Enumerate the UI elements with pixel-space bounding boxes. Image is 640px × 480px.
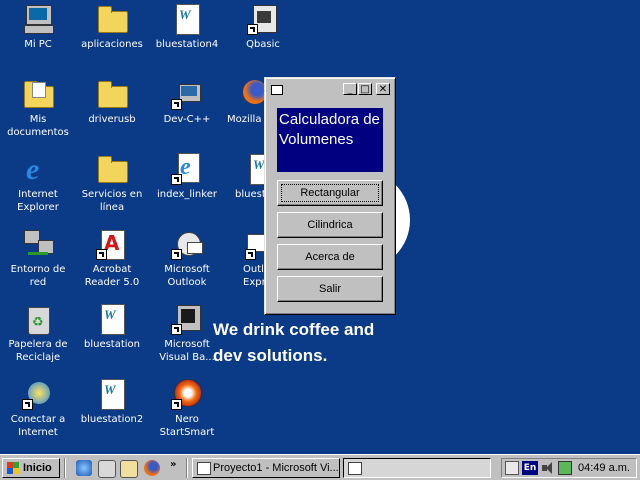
folder-icon <box>96 3 128 35</box>
system-tray: En 04:49 a.m. <box>501 458 637 478</box>
desktop-icon-label: Servicios en línea <box>81 189 143 213</box>
desktop-icon-acrobat-reader[interactable]: A Acrobat Reader 5.0 <box>76 228 148 289</box>
folder-icon <box>96 153 128 185</box>
desktop-icon-servicios-en-linea[interactable]: Servicios en línea <box>76 153 148 214</box>
desktop-icon-label: Entorno de red <box>10 264 66 288</box>
start-button[interactable]: Inicio <box>2 458 60 478</box>
my-computer-icon <box>22 3 54 35</box>
desktop-icon-mozilla[interactable]: Mozilla <box>227 78 267 126</box>
window-titlebar[interactable]: _ □ ✕ <box>268 81 392 99</box>
desktop-icon-bluest[interactable]: W bluest <box>227 153 267 201</box>
taskbar-separator <box>186 458 188 478</box>
tray-network-icon[interactable] <box>505 461 519 475</box>
desktop-icon-label: Microsoft Outlook <box>164 264 210 288</box>
rectangular-button[interactable]: Rectangular <box>277 180 383 206</box>
desktop-icon-label: driverusb <box>88 114 136 125</box>
desktop-icon-mis-documentos[interactable]: Mis documentos <box>2 78 74 139</box>
desktop-icon-driverusb[interactable]: driverusb <box>76 78 148 126</box>
calculadora-window[interactable]: _ □ ✕ Calculadora de Volumenes Rectangul… <box>264 77 396 315</box>
app-window-icon <box>348 462 362 475</box>
word-document-icon: W <box>171 3 203 35</box>
visual-basic-icon <box>171 303 203 335</box>
cilindrica-button[interactable]: Cilindrica <box>277 212 383 238</box>
desktop-icon-label: Papelera de Reciclaje <box>8 339 68 363</box>
desktop-icon-qbasic[interactable]: Qbasic <box>227 3 299 51</box>
desktop-icon-label: Acrobat Reader 5.0 <box>84 264 140 288</box>
nero-icon <box>171 378 203 410</box>
desktop-icon-devcpp[interactable]: Dev-C++ <box>151 78 223 126</box>
title-label: Calculadora de Volumenes <box>277 108 383 172</box>
desktop-icon-label: aplicaciones <box>81 39 143 50</box>
desktop-icon-mi-pc[interactable]: Mi PC <box>2 3 74 51</box>
desktop-icon-label: bluest <box>235 189 266 200</box>
outlook-icon <box>171 228 203 260</box>
recycle-bin-icon: ♻ <box>22 303 54 335</box>
qbasic-shortcut-icon <box>247 3 279 35</box>
network-neighborhood-icon <box>22 228 54 260</box>
desktop-icon-microsoft-outlook[interactable]: Microsoft Outlook <box>151 228 223 289</box>
vb-project-icon <box>197 462 211 475</box>
desktop-icon-bluestation4[interactable]: W bluestation4 <box>151 3 223 51</box>
quicklaunch-show-desktop-icon[interactable] <box>120 460 138 478</box>
task-button-calculadora[interactable] <box>343 458 491 478</box>
close-button[interactable]: ✕ <box>376 83 390 95</box>
desktop-icon-label: bluestation2 <box>80 414 144 425</box>
taskbar-separator <box>64 458 66 478</box>
desktop-icon-label: Internet Explorer <box>17 189 59 213</box>
salir-button[interactable]: Salir <box>277 276 383 302</box>
desktop-icon-label: index_linker <box>157 189 217 200</box>
internet-explorer-icon: e <box>171 153 203 185</box>
desktop-icon-nero[interactable]: Nero StartSmart <box>151 378 223 439</box>
word-document-icon: W <box>96 303 128 335</box>
desktop-icon-label: Outlo Expr <box>243 264 267 288</box>
my-documents-icon <box>22 78 54 110</box>
quicklaunch-firefox-icon[interactable] <box>144 460 160 476</box>
desktop-icon-bluestation[interactable]: W bluestation <box>76 303 148 351</box>
acrobat-reader-icon: A <box>96 228 128 260</box>
desktop-icon-bluestation2[interactable]: W bluestation2 <box>76 378 148 426</box>
task-button-proyecto1[interactable]: Proyecto1 - Microsoft Vi... <box>192 458 340 478</box>
desktop-icon-label: Mozilla <box>227 114 262 125</box>
windows-flag-icon <box>7 462 19 474</box>
word-document-icon: W <box>96 378 128 410</box>
tray-app-icon[interactable] <box>558 461 572 475</box>
app-window-icon <box>271 85 283 95</box>
language-indicator[interactable]: En <box>522 461 538 475</box>
folder-icon <box>96 78 128 110</box>
quicklaunch-overflow-chevron[interactable]: » <box>170 459 176 470</box>
desktop-icon-papelera[interactable]: ♻ Papelera de Reciclaje <box>2 303 74 364</box>
volume-icon[interactable] <box>540 461 554 475</box>
internet-explorer-icon: e <box>26 153 40 186</box>
clock[interactable]: 04:49 a.m. <box>578 460 630 476</box>
desktop-icon-aplicaciones[interactable]: aplicaciones <box>76 3 148 51</box>
desktop-icon-conectar-internet[interactable]: Conectar a Internet <box>2 378 74 439</box>
desktop-icon-label: Mi PC <box>24 39 52 50</box>
desktop-icon-label: Nero StartSmart <box>159 414 215 438</box>
desktop-icon-entorno-de-red[interactable]: Entorno de red <box>2 228 74 289</box>
connect-internet-icon <box>22 378 54 410</box>
desktop-icon-internet-explorer[interactable]: e Internet Explorer <box>2 153 74 214</box>
desktop-icon-index-linker[interactable]: e index_linker <box>151 153 223 201</box>
desktop-icon-label: bluestation4 <box>155 39 219 50</box>
quicklaunch-ie-icon[interactable] <box>76 460 92 476</box>
desktop-icon-label: Mis documentos <box>7 114 69 138</box>
start-label: Inicio <box>23 462 52 474</box>
desktop-icon-outlook-express[interactable]: Outlo Expr <box>227 228 267 289</box>
desktop-icon-label: Qbasic <box>246 39 280 50</box>
desktop-icon-label: bluestation <box>83 339 141 350</box>
maximize-button[interactable]: □ <box>358 83 372 95</box>
task-label: Proyecto1 - Microsoft Vi... <box>213 462 339 474</box>
taskbar: Inicio » Proyecto1 - Microsoft Vi... En … <box>0 454 640 480</box>
quicklaunch-outlook-icon[interactable] <box>98 460 116 478</box>
devcpp-shortcut-icon <box>171 78 203 110</box>
minimize-button[interactable]: _ <box>343 83 357 95</box>
wallpaper-text-line1: We drink coffee and <box>213 320 375 339</box>
acerca-de-button[interactable]: Acerca de <box>277 244 383 270</box>
wallpaper-text-line2: dev solutions. <box>213 346 328 365</box>
desktop-icon-label: Conectar a Internet <box>10 414 66 438</box>
desktop-icon-label: Dev-C++ <box>163 114 211 125</box>
